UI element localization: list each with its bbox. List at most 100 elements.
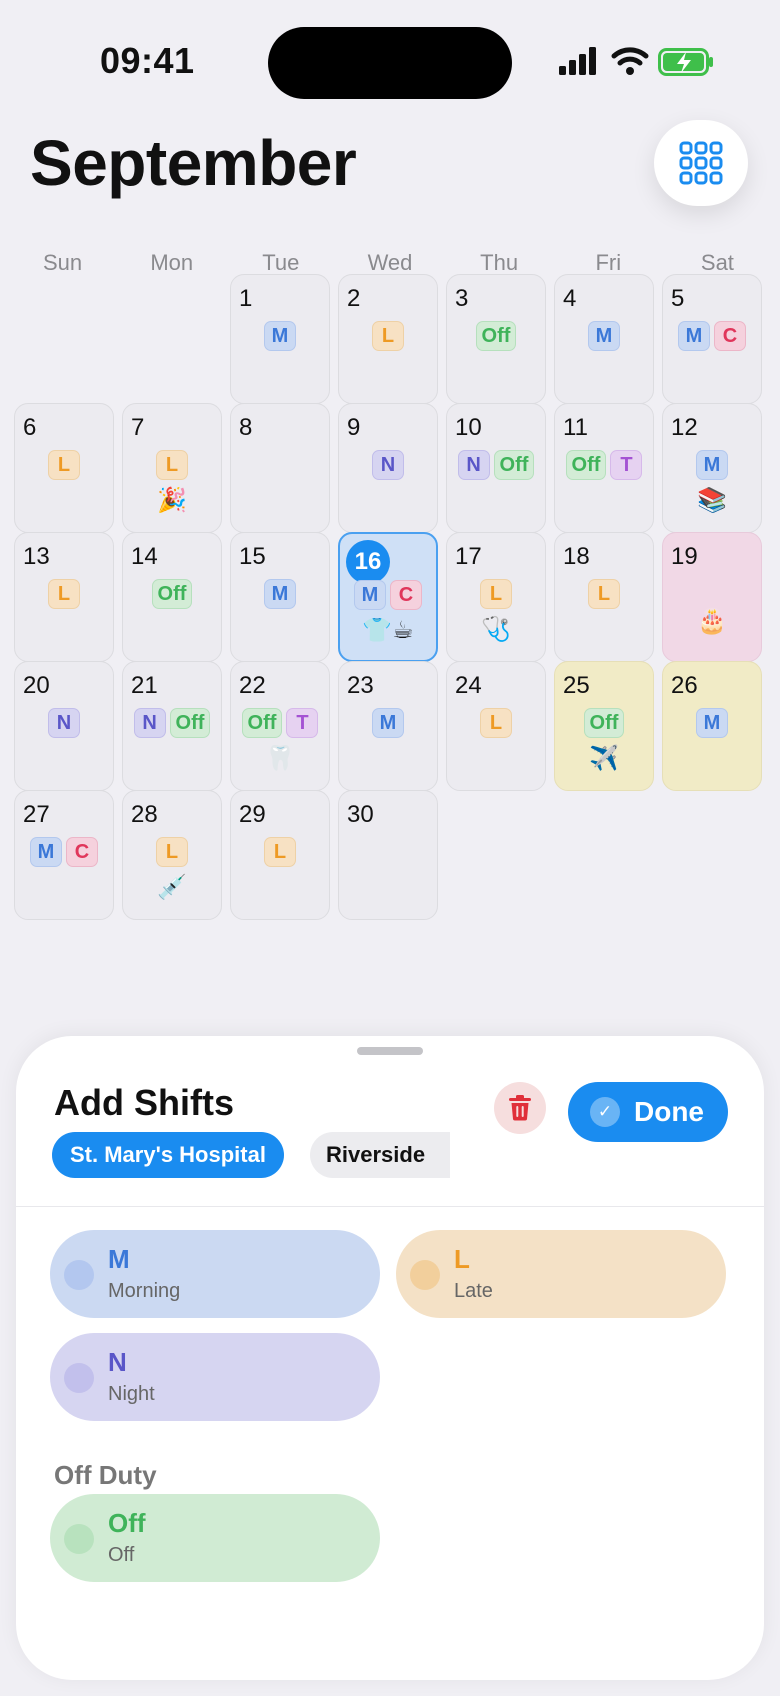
shift-code: Off xyxy=(108,1508,146,1538)
day-number: 4 xyxy=(563,285,577,312)
day-number: 12 xyxy=(671,414,698,441)
day-cell[interactable]: 30 xyxy=(338,790,438,920)
day-cell[interactable]: 24 L xyxy=(446,661,546,791)
shift-dot xyxy=(64,1363,94,1393)
day-cell[interactable]: 27 M C xyxy=(14,790,114,920)
day-cell[interactable]: 28 L 💉 xyxy=(122,790,222,920)
day-cell[interactable]: 25 Off ✈️ xyxy=(554,661,654,791)
shift-badges: M xyxy=(555,321,653,351)
shift-badge: Off xyxy=(475,321,517,351)
shift-badges: L xyxy=(447,579,545,609)
shift-badge: M xyxy=(354,580,386,610)
day-number: 24 xyxy=(455,672,482,699)
shift-option-off[interactable]: Off Off xyxy=(50,1494,380,1582)
day-number: 19 xyxy=(671,543,698,570)
status-time: 09:41 xyxy=(100,40,195,81)
day-cell[interactable]: 4M xyxy=(554,274,654,404)
day-cell[interactable]: 21 N Off xyxy=(122,661,222,791)
shift-badges: M xyxy=(663,708,761,738)
sheet-grabber[interactable] xyxy=(357,1047,423,1055)
shift-badge: M xyxy=(696,450,728,480)
shift-badges: M xyxy=(663,450,761,480)
day-cell[interactable]: 11 Off T xyxy=(554,403,654,533)
shift-badges: L xyxy=(123,837,221,867)
day-number: 26 xyxy=(671,672,698,699)
day-cell[interactable]: 1M xyxy=(230,274,330,404)
day-cell[interactable]: 14 Off xyxy=(122,532,222,662)
weekday-label: Sat xyxy=(700,250,734,275)
weekday-header: Sun Mon Tue Wed Thu Fri Sat xyxy=(8,250,772,276)
wifi-icon xyxy=(611,47,649,75)
shift-badges: N xyxy=(15,708,113,738)
shift-badge: Off xyxy=(241,708,283,738)
day-number: 2 xyxy=(347,285,361,312)
day-number: 27 xyxy=(23,801,50,828)
location-chip-selected[interactable]: St. Mary's Hospital xyxy=(52,1132,284,1178)
day-number: 18 xyxy=(563,543,590,570)
shift-badges: MC xyxy=(663,321,761,351)
day-cell[interactable]: 19 🎂 xyxy=(662,532,762,662)
day-cell[interactable]: 17 L 🩺 xyxy=(446,532,546,662)
done-button[interactable]: ✓ Done xyxy=(568,1082,728,1142)
shift-badge: C xyxy=(714,321,746,351)
day-cell[interactable]: 2L xyxy=(338,274,438,404)
day-cell[interactable]: 6L xyxy=(14,403,114,533)
day-cell[interactable]: 9N xyxy=(338,403,438,533)
day-number: 3 xyxy=(455,285,469,312)
done-label: Done xyxy=(634,1096,704,1127)
shift-badges: L xyxy=(447,708,545,738)
shift-badges: L xyxy=(15,579,113,609)
weekday-label: Mon xyxy=(150,250,194,275)
shift-badge: L xyxy=(372,321,404,351)
day-number: 21 xyxy=(131,672,158,699)
day-number: 25 xyxy=(563,672,590,699)
shift-badges: N xyxy=(339,450,437,480)
shift-option-late[interactable]: L Late xyxy=(396,1230,726,1318)
day-cell[interactable]: 26 M xyxy=(662,661,762,791)
weekday-label: Tue xyxy=(262,250,300,275)
day-cell[interactable]: 29 L xyxy=(230,790,330,920)
shift-name: Morning xyxy=(108,1280,181,1302)
day-number: 20 xyxy=(23,672,50,699)
day-cell[interactable]: 10 N Off xyxy=(446,403,546,533)
location-chip[interactable]: Riverside xyxy=(310,1132,450,1178)
day-emoji: 👕☕ xyxy=(362,617,414,644)
shift-badge: Off xyxy=(565,450,607,480)
checkmark-icon: ✓ xyxy=(590,1097,620,1127)
day-number: 15 xyxy=(239,543,266,570)
shift-badge: Off xyxy=(169,708,211,738)
weekday-label: Sun xyxy=(42,250,83,275)
day-cell[interactable]: 18 L xyxy=(554,532,654,662)
day-cell[interactable]: 12 M 📚 xyxy=(662,403,762,533)
shift-badge: L xyxy=(264,837,296,867)
delete-button[interactable] xyxy=(494,1082,546,1134)
shift-badges: M xyxy=(231,321,329,351)
day-number: 23 xyxy=(347,672,374,699)
shift-badge: T xyxy=(286,708,319,738)
day-cell[interactable]: 3 Off xyxy=(446,274,546,404)
day-number: 30 xyxy=(347,801,374,828)
shift-option-night[interactable]: N Night xyxy=(50,1333,380,1421)
shift-badge: L xyxy=(48,579,80,609)
shift-badge: N xyxy=(372,450,404,480)
shift-badges: L xyxy=(231,837,329,867)
day-cell[interactable]: 16 M C 👕☕ xyxy=(338,532,438,662)
day-cell[interactable]: 22 Off T 🦷 xyxy=(230,661,330,791)
day-number: 17 xyxy=(455,543,482,570)
day-cell[interactable]: 5 MC xyxy=(662,274,762,404)
day-cell[interactable]: 15 M xyxy=(230,532,330,662)
day-cell[interactable]: 13 L xyxy=(14,532,114,662)
shift-badge: L xyxy=(480,579,512,609)
day-cell[interactable]: 7 L 🎉 xyxy=(122,403,222,533)
shift-badge: Off xyxy=(151,579,193,609)
day-emoji: 🩺 xyxy=(481,616,511,643)
shift-badges: L xyxy=(555,579,653,609)
shift-option-morning[interactable]: M Morning xyxy=(50,1230,380,1318)
shift-badges: N Off xyxy=(123,708,221,738)
shift-badge: M xyxy=(264,579,296,609)
grid-icon xyxy=(679,141,723,185)
day-cell[interactable]: 23 M xyxy=(338,661,438,791)
day-cell[interactable]: 20 N xyxy=(14,661,114,791)
day-cell[interactable]: 8 xyxy=(230,403,330,533)
grid-view-button[interactable] xyxy=(654,120,748,206)
